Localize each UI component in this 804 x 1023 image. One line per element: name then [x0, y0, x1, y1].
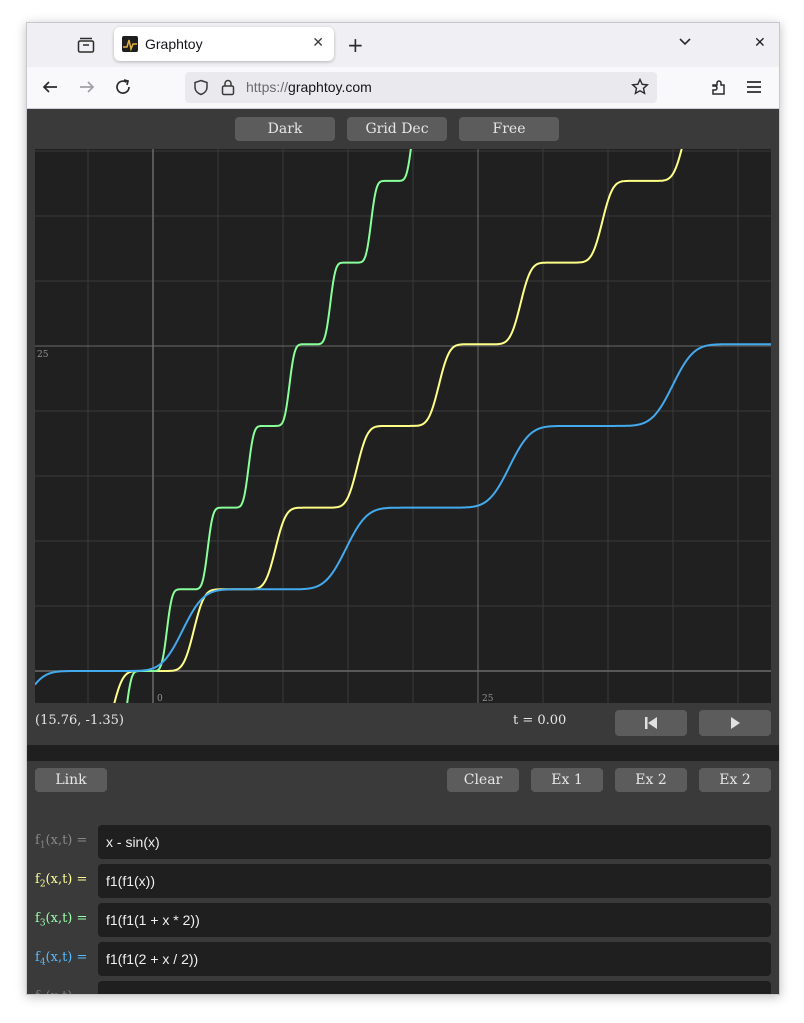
y-tick-label: 25	[37, 350, 49, 360]
rewind-icon	[645, 717, 657, 729]
function-label-4: f4(x,t) =	[35, 950, 88, 968]
free-mode-button[interactable]: Free	[459, 117, 559, 141]
function-row-4: f4(x,t) = f1(f1(2 + x / 2))	[35, 942, 771, 976]
tab-strip: Graphtoy ✕ + ✕	[27, 23, 779, 67]
cursor-coordinates: (15.76, -1.35)	[35, 713, 124, 728]
play-icon	[731, 717, 740, 729]
function-input-5[interactable]	[98, 981, 771, 994]
dark-theme-button[interactable]: Dark	[235, 117, 335, 141]
hamburger-menu-icon[interactable]	[746, 79, 762, 95]
url-scheme: https://	[246, 79, 289, 95]
function-input-1[interactable]: x - sin(x)	[98, 825, 771, 859]
back-arrow-icon[interactable]	[41, 79, 59, 95]
url-bar[interactable]: https://graphtoy.com	[185, 72, 657, 103]
example-2-button[interactable]: Ex 2	[615, 768, 687, 792]
url-domain: graphtoy.com	[288, 79, 372, 95]
example-1-button[interactable]: Ex 1	[531, 768, 603, 792]
bookmark-star-icon[interactable]	[631, 78, 649, 96]
tab-close-icon[interactable]: ✕	[312, 35, 324, 51]
graphtoy-favicon-icon	[122, 36, 138, 52]
tab-manager-icon[interactable]	[77, 37, 95, 53]
new-tab-icon[interactable]: +	[347, 33, 364, 57]
function-label-5: f5(x,t) =	[35, 989, 87, 994]
plot-canvas[interactable]: 25 0 25	[34, 98, 771, 754]
function-input-2[interactable]: f1(f1(x))	[98, 864, 771, 898]
time-value: t = 0.00	[513, 713, 567, 728]
reload-icon[interactable]	[114, 78, 132, 96]
url-text: https://graphtoy.com	[246, 79, 372, 95]
plot-area[interactable]: 25 0 25	[34, 98, 771, 754]
function-row-5: f5(x,t) =	[35, 981, 771, 994]
function-label-2: f2(x,t) =	[35, 872, 88, 890]
lock-icon[interactable]	[221, 79, 235, 96]
x-tick-label: 25	[482, 694, 494, 703]
window-close-icon[interactable]: ✕	[754, 35, 766, 51]
shield-icon[interactable]	[193, 79, 209, 96]
forward-arrow-icon[interactable]	[78, 79, 96, 95]
tab-title: Graphtoy	[145, 36, 203, 52]
function-row-1: f1(x,t) = x - sin(x)	[35, 825, 771, 859]
separator-strip	[27, 745, 779, 761]
chevron-down-icon[interactable]	[678, 36, 692, 48]
function-row-3: f3(x,t) = f1(f1(1 + x * 2))	[35, 903, 771, 937]
browser-window: Graphtoy ✕ + ✕ https://graphtoy.com Dark…	[26, 22, 780, 995]
grid-mode-button[interactable]: Grid Dec	[347, 117, 447, 141]
example-3-button[interactable]: Ex 2	[699, 768, 771, 792]
function-row-2: f2(x,t) = f1(f1(x))	[35, 864, 771, 898]
graphtoy-page: Dark Grid Dec Free 25 0 25 (15.76, -1.35…	[27, 98, 779, 994]
clear-button[interactable]: Clear	[447, 768, 519, 792]
play-button[interactable]	[699, 710, 771, 736]
tab-graphtoy[interactable]: Graphtoy ✕	[114, 27, 334, 61]
navigation-bar: https://graphtoy.com	[27, 67, 779, 109]
function-input-3[interactable]: f1(f1(1 + x * 2))	[98, 903, 771, 937]
link-button[interactable]: Link	[35, 768, 107, 792]
function-input-4[interactable]: f1(f1(2 + x / 2))	[98, 942, 771, 976]
rewind-button[interactable]	[615, 710, 687, 736]
function-label-1: f1(x,t) =	[35, 833, 88, 851]
function-label-3: f3(x,t) =	[35, 911, 88, 929]
x-tick-zero-label: 0	[157, 694, 163, 703]
extensions-icon[interactable]	[710, 79, 728, 97]
